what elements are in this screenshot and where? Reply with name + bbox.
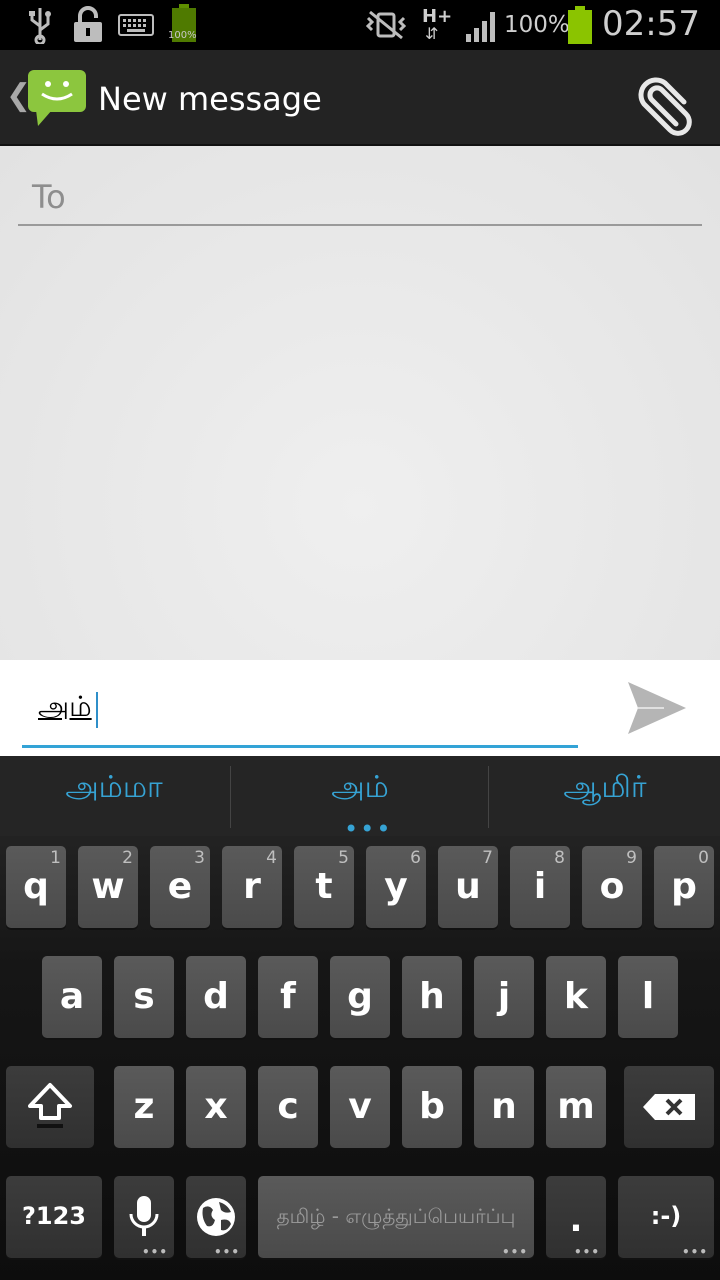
key-g[interactable]: g — [330, 956, 390, 1038]
data-arrows: ⇵ — [425, 24, 439, 43]
suggestion-strip: அம்மா அம் ••• ஆமிர் — [0, 756, 720, 843]
key-l[interactable]: l — [618, 956, 678, 1038]
text-caret — [96, 692, 98, 728]
key-more-indicator: ••• — [141, 1245, 168, 1259]
key-d[interactable]: d — [186, 956, 246, 1038]
key-u[interactable]: u7 — [438, 846, 498, 928]
page-title: New message — [98, 80, 322, 118]
delete-icon — [643, 1094, 695, 1120]
message-input[interactable]: அம் — [22, 688, 578, 748]
key-s[interactable]: s — [114, 956, 174, 1038]
keyboard: அம்மா அம் ••• ஆமிர் ?123 ••• ••• தமிழ் -… — [0, 756, 720, 1280]
message-text: அம் — [38, 690, 92, 723]
key-more-indicator: ••• — [681, 1245, 708, 1259]
key-i[interactable]: i8 — [510, 846, 570, 928]
action-bar: ❮ New message — [0, 50, 720, 146]
keyboard-icon — [118, 14, 154, 36]
key-t[interactable]: t5 — [294, 846, 354, 928]
key-e[interactable]: e3 — [150, 846, 210, 928]
key-more-indicator: ••• — [501, 1245, 528, 1259]
delete-key[interactable] — [624, 1066, 714, 1148]
clock: 02:57 — [602, 4, 700, 44]
usb-icon — [29, 8, 51, 44]
battery-icon: 100% — [168, 4, 198, 44]
shift-key[interactable] — [6, 1066, 94, 1148]
globe-icon — [197, 1198, 235, 1236]
signal-bars-icon — [466, 12, 495, 42]
recipient-field[interactable]: To — [18, 174, 702, 226]
status-bar: 100% H+ ⇵ 100% 02:57 — [0, 0, 720, 50]
key-b[interactable]: b — [402, 1066, 462, 1148]
microphone-icon — [129, 1196, 159, 1236]
key-m[interactable]: m — [546, 1066, 606, 1148]
key-z[interactable]: z — [114, 1066, 174, 1148]
key-x[interactable]: x — [186, 1066, 246, 1148]
key-r[interactable]: r4 — [222, 846, 282, 928]
unlocked-icon — [74, 6, 102, 42]
key-more-indicator: ••• — [573, 1245, 600, 1259]
message-bar: அம் — [0, 660, 720, 756]
symbols-key[interactable]: ?123 — [6, 1176, 102, 1258]
key-k[interactable]: k — [546, 956, 606, 1038]
key-q[interactable]: q1 — [6, 846, 66, 928]
send-icon[interactable] — [624, 678, 688, 738]
suggestion-1[interactable]: அம்மா — [0, 770, 228, 809]
period-key[interactable]: . ••• — [546, 1176, 606, 1258]
key-c[interactable]: c — [258, 1066, 318, 1148]
suggestion-divider — [230, 766, 231, 828]
smiley-key[interactable]: :-) ••• — [618, 1176, 714, 1258]
language-key[interactable]: ••• — [186, 1176, 246, 1258]
recipient-placeholder: To — [32, 178, 66, 216]
key-y[interactable]: y6 — [366, 846, 426, 928]
key-j[interactable]: j — [474, 956, 534, 1038]
shift-icon — [28, 1083, 72, 1128]
suggestion-more-indicator: ••• — [344, 815, 393, 843]
battery-level-icon — [568, 6, 592, 44]
key-a[interactable]: a — [42, 956, 102, 1038]
attach-paperclip-icon[interactable] — [628, 70, 700, 142]
suggestion-divider — [488, 766, 489, 828]
compose-area: To — [0, 146, 720, 660]
key-v[interactable]: v — [330, 1066, 390, 1148]
space-key[interactable]: தமிழ் - எழுத்துப்பெயர்ப்பு ••• — [258, 1176, 534, 1258]
vibrate-off-icon — [366, 10, 406, 40]
key-p[interactable]: p0 — [654, 846, 714, 928]
messaging-app-icon[interactable] — [26, 68, 88, 130]
key-o[interactable]: o9 — [582, 846, 642, 928]
key-f[interactable]: f — [258, 956, 318, 1038]
suggestion-3[interactable]: ஆமிர் — [490, 770, 720, 809]
suggestion-2[interactable]: அம் — [232, 770, 488, 809]
key-h[interactable]: h — [402, 956, 462, 1038]
key-more-indicator: ••• — [213, 1245, 240, 1259]
key-n[interactable]: n — [474, 1066, 534, 1148]
battery-percent: 100% — [504, 12, 570, 38]
voice-input-key[interactable]: ••• — [114, 1176, 174, 1258]
battery-small-label: 100% — [168, 30, 197, 41]
key-w[interactable]: w2 — [78, 846, 138, 928]
